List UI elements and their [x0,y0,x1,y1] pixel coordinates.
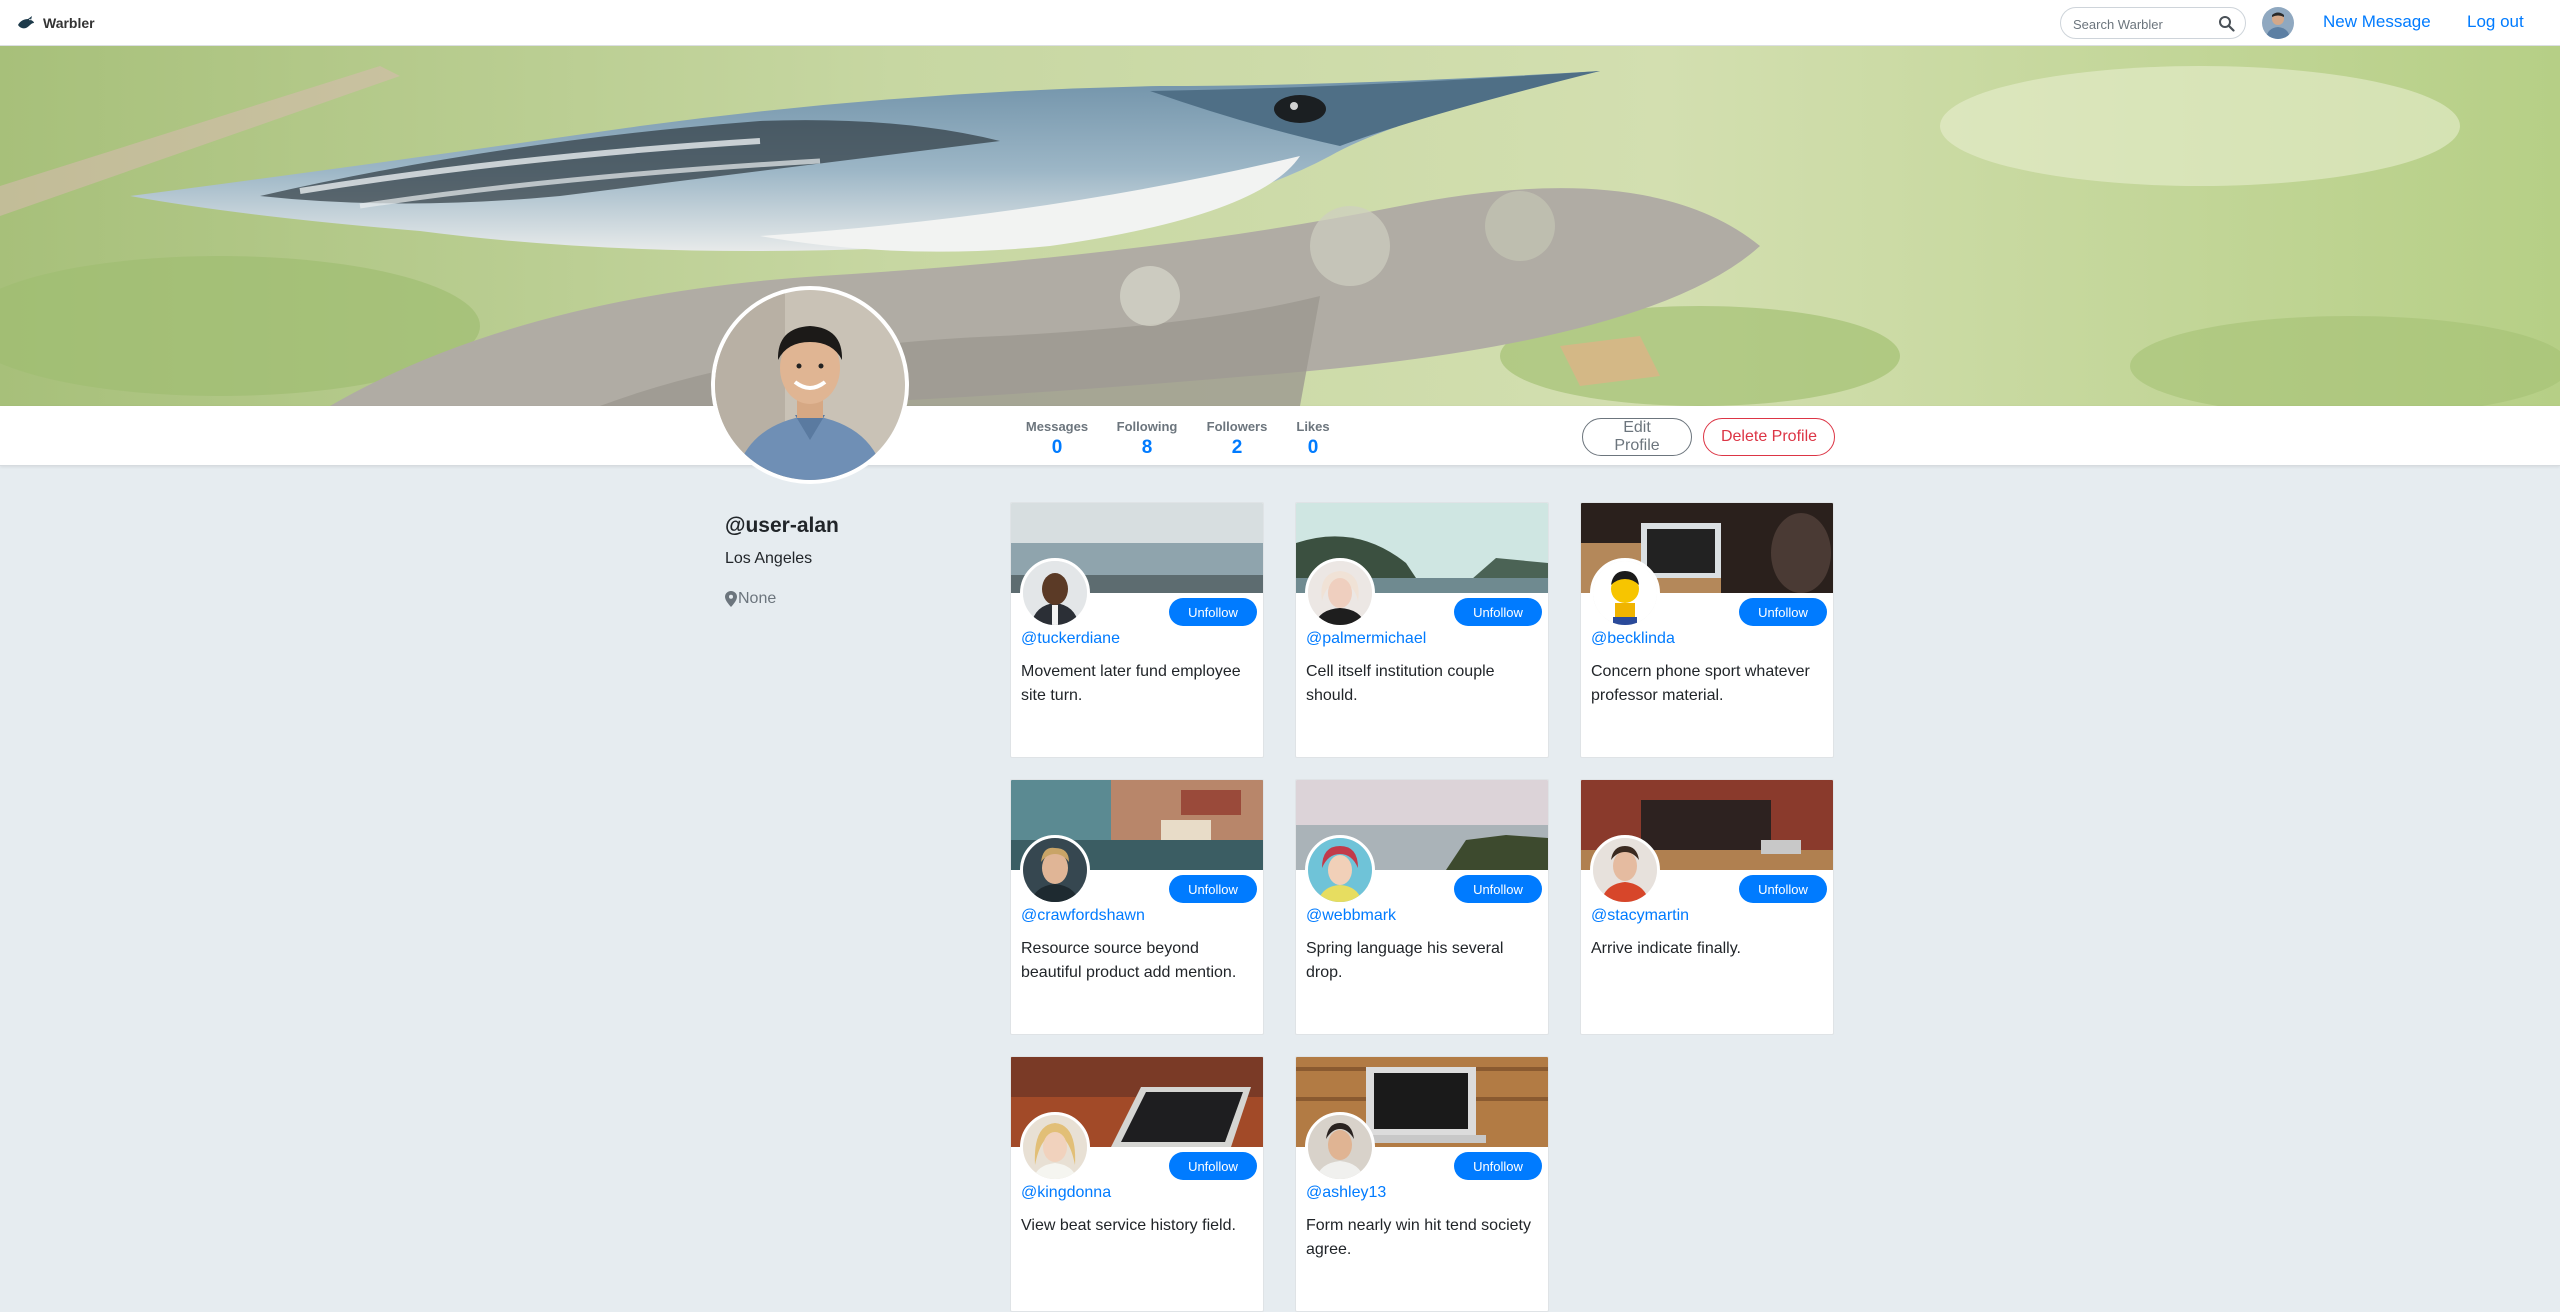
user-avatar[interactable] [1305,835,1375,905]
unfollow-button[interactable]: Unfollow [1454,875,1542,903]
top-navbar: Warbler New Message Log out [0,0,2560,46]
stat-following[interactable]: Following 8 [1112,419,1182,459]
bird-logo-icon [18,16,34,29]
user-bio: Concern phone sport whatever professor m… [1591,663,1810,704]
user-handle-link[interactable]: @kingdonna [1021,1184,1111,1202]
user-bio: Arrive indicate finally. [1591,940,1741,957]
unfollow-button[interactable]: Unfollow [1169,875,1257,903]
user-handle-link[interactable]: @palmermichael [1306,630,1426,648]
unfollow-button[interactable]: Unfollow [1739,598,1827,626]
brand-home-link[interactable]: Warbler [16,11,95,35]
map-pin-icon [725,591,737,607]
stat-followers[interactable]: Followers 2 [1202,419,1272,459]
user-avatar[interactable] [1590,558,1660,628]
user-avatar[interactable] [1020,835,1090,905]
following-card: Unfollow @tuckerdiane Movement later fun… [1010,502,1264,758]
unfollow-button[interactable]: Unfollow [1739,875,1827,903]
user-handle-link[interactable]: @tuckerdiane [1021,630,1120,648]
user-bio: Cell itself institution couple should. [1306,663,1495,704]
brand-name: Warbler [43,15,95,31]
profile-stats-bar: Messages 0 Following 8 Followers 2 Likes… [0,406,2560,466]
user-handle-link[interactable]: @ashley13 [1306,1184,1386,1202]
search-icon[interactable] [2218,15,2235,32]
unfollow-button[interactable]: Unfollow [1169,598,1257,626]
user-avatar[interactable] [1020,558,1090,628]
user-handle-link[interactable]: @stacymartin [1591,907,1689,925]
stat-value: 0 [1051,437,1063,458]
user-avatar[interactable] [1590,835,1660,905]
user-bio: View beat service history field. [1021,1217,1236,1234]
stat-label: Likes [1296,419,1330,434]
following-card: Unfollow @crawfordshawn Resource source … [1010,779,1264,1035]
user-bio: Spring language his several drop. [1306,940,1504,981]
stat-messages[interactable]: Messages 0 [1022,419,1092,459]
user-handle-link[interactable]: @crawfordshawn [1021,907,1145,925]
new-message-link[interactable]: New Message [2323,12,2431,32]
following-card: Unfollow @kingdonna View beat service hi… [1010,1056,1264,1312]
stat-likes[interactable]: Likes 0 [1278,419,1348,459]
search-form [2060,7,2246,39]
profile-username: @user-alan [725,514,839,537]
stat-label: Following [1116,419,1178,434]
user-bio: Resource source beyond beautiful product… [1021,940,1237,981]
user-handle-link[interactable]: @webbmark [1306,907,1396,925]
user-avatar[interactable] [1305,558,1375,628]
user-avatar[interactable] [1305,1112,1375,1182]
user-handle-link[interactable]: @becklinda [1591,630,1675,648]
current-user-avatar[interactable] [2262,7,2294,39]
edit-profile-button[interactable]: Edit Profile [1582,418,1692,456]
logout-link[interactable]: Log out [2467,12,2524,32]
stat-label: Followers [1206,419,1268,434]
profile-bio: None [725,590,776,608]
search-input[interactable] [2073,15,2213,33]
unfollow-button[interactable]: Unfollow [1454,1152,1542,1180]
stat-value: 0 [1307,437,1319,458]
following-card: Unfollow @ashley13 Form nearly win hit t… [1295,1056,1549,1312]
user-avatar[interactable] [1020,1112,1090,1182]
stat-label: Messages [1025,419,1089,434]
bio-text: None [738,590,777,607]
profile-location: Los Angeles [725,550,813,567]
user-bio: Movement later fund employee site turn. [1021,663,1241,704]
delete-profile-button[interactable]: Delete Profile [1703,418,1835,456]
profile-avatar [711,286,909,484]
profile-header-image [0,46,2560,406]
following-card: Unfollow @stacymartin Arrive indicate fi… [1580,779,1834,1035]
following-card: Unfollow @becklinda Concern phone sport … [1580,502,1834,758]
stat-value: 2 [1231,437,1243,458]
stat-value: 8 [1141,437,1153,458]
following-card: Unfollow @palmermichael Cell itself inst… [1295,502,1549,758]
unfollow-button[interactable]: Unfollow [1169,1152,1257,1180]
following-card: Unfollow @webbmark Spring language his s… [1295,779,1549,1035]
user-bio: Form nearly win hit tend society agree. [1306,1217,1531,1258]
unfollow-button[interactable]: Unfollow [1454,598,1542,626]
